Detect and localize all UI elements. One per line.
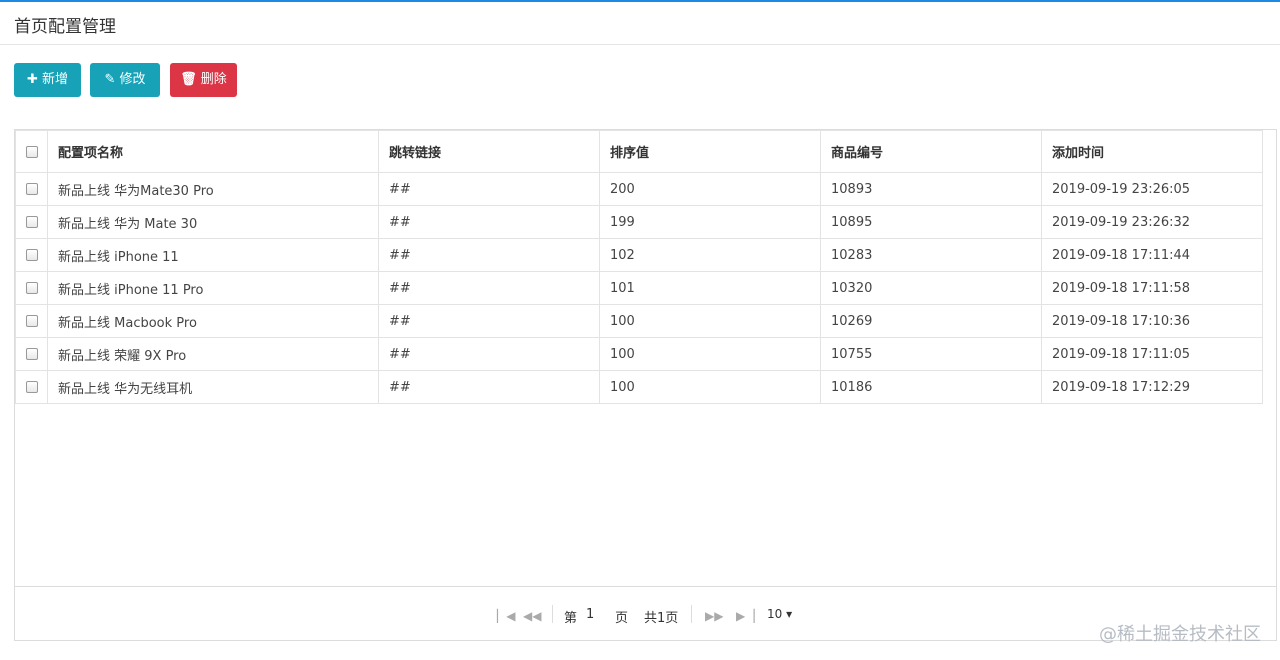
pager-divider xyxy=(691,605,692,623)
table-row[interactable]: 新品上线 华为 Mate 30 ## 199 10895 2019-09-19 … xyxy=(15,205,1263,239)
cell-name: 新品上线 iPhone 11 Pro xyxy=(47,271,379,305)
select-all-cell xyxy=(15,130,48,173)
delete-button-label: 删除 xyxy=(200,72,227,87)
add-button[interactable]: ✚ 新增 xyxy=(14,63,81,97)
cell-link: ## xyxy=(378,238,600,272)
table-row[interactable]: 新品上线 华为Mate30 Pro ## 200 10893 2019-09-1… xyxy=(15,172,1263,206)
prev-page-icon[interactable]: ◀◀ xyxy=(523,609,541,623)
cell-link: ## xyxy=(378,304,600,338)
row-checkbox[interactable] xyxy=(25,183,38,195)
cell-goods-id: 10320 xyxy=(820,271,1042,305)
cell-goods-id: 10269 xyxy=(820,304,1042,338)
cell-create-time: 2019-09-18 17:11:05 xyxy=(1041,337,1263,371)
pagination-bar: ▏◀ ◀◀ 第 页 共1页 ▶▶ ▶▕ 10 ▾ xyxy=(15,586,1276,641)
cell-sort: 101 xyxy=(599,271,821,305)
row-select-cell xyxy=(15,205,48,239)
table-header-row: 配置项名称 跳转链接 排序值 商品编号 添加时间 xyxy=(15,130,1263,173)
first-page-icon[interactable]: ▏◀ xyxy=(497,609,515,623)
watermark: @稀土掘金技术社区 xyxy=(1099,624,1261,645)
cell-goods-id: 10186 xyxy=(820,370,1042,404)
page-suffix-label: 页 xyxy=(615,611,629,626)
cell-create-time: 2019-09-18 17:11:58 xyxy=(1041,271,1263,305)
column-header-sort[interactable]: 排序值 xyxy=(599,130,821,173)
row-select-cell xyxy=(15,271,48,305)
column-header-create-time[interactable]: 添加时间 xyxy=(1041,130,1263,173)
table-row[interactable]: 新品上线 荣耀 9X Pro ## 100 10755 2019-09-18 1… xyxy=(15,337,1263,371)
page-size-select[interactable]: 10 ▾ xyxy=(767,607,792,621)
cell-link: ## xyxy=(378,370,600,404)
cell-name: 新品上线 华为无线耳机 xyxy=(47,370,379,404)
page-number-input[interactable] xyxy=(586,604,612,624)
cell-sort: 102 xyxy=(599,238,821,272)
cell-goods-id: 10895 xyxy=(820,205,1042,239)
cell-goods-id: 10893 xyxy=(820,172,1042,206)
cell-link: ## xyxy=(378,205,600,239)
table-row[interactable]: 新品上线 iPhone 11 ## 102 10283 2019-09-18 1… xyxy=(15,238,1263,272)
row-select-cell xyxy=(15,238,48,272)
row-select-cell xyxy=(15,337,48,371)
cell-name: 新品上线 荣耀 9X Pro xyxy=(47,337,379,371)
row-checkbox[interactable] xyxy=(25,381,38,393)
cell-create-time: 2019-09-18 17:12:29 xyxy=(1041,370,1263,404)
cell-name: 新品上线 华为Mate30 Pro xyxy=(47,172,379,206)
last-page-icon[interactable]: ▶▕ xyxy=(736,609,754,623)
next-page-icon[interactable]: ▶▶ xyxy=(705,609,723,623)
page-header: 首页配置管理 xyxy=(0,2,1280,45)
cell-name: 新品上线 Macbook Pro xyxy=(47,304,379,338)
cell-create-time: 2019-09-19 23:26:05 xyxy=(1041,172,1263,206)
cell-sort: 100 xyxy=(599,370,821,404)
cell-goods-id: 10755 xyxy=(820,337,1042,371)
page-title: 首页配置管理 xyxy=(14,17,116,37)
cell-link: ## xyxy=(378,271,600,305)
plus-icon: ✚ xyxy=(27,72,38,87)
row-checkbox[interactable] xyxy=(25,315,38,327)
cell-create-time: 2019-09-19 23:26:32 xyxy=(1041,205,1263,239)
cell-create-time: 2019-09-18 17:11:44 xyxy=(1041,238,1263,272)
add-button-label: 新增 xyxy=(41,72,68,87)
table-row[interactable]: 新品上线 华为无线耳机 ## 100 10186 2019-09-18 17:1… xyxy=(15,370,1263,404)
page-size-value: 10 xyxy=(767,607,783,621)
row-select-cell xyxy=(15,304,48,338)
cell-link: ## xyxy=(378,172,600,206)
column-header-name[interactable]: 配置项名称 xyxy=(47,130,379,173)
row-select-cell xyxy=(15,370,48,404)
row-checkbox[interactable] xyxy=(25,249,38,261)
cell-sort: 100 xyxy=(599,337,821,371)
row-checkbox[interactable] xyxy=(25,282,38,294)
cell-link: ## xyxy=(378,337,600,371)
column-header-goods-id[interactable]: 商品编号 xyxy=(820,130,1042,173)
cell-create-time: 2019-09-18 17:10:36 xyxy=(1041,304,1263,338)
select-all-checkbox[interactable] xyxy=(25,145,38,158)
row-checkbox[interactable] xyxy=(25,216,38,228)
table-row[interactable]: 新品上线 iPhone 11 Pro ## 101 10320 2019-09-… xyxy=(15,271,1263,305)
row-select-cell xyxy=(15,172,48,206)
cell-name: 新品上线 iPhone 11 xyxy=(47,238,379,272)
page-prefix-label: 第 xyxy=(564,611,578,626)
cell-goods-id: 10283 xyxy=(820,238,1042,272)
cell-name: 新品上线 华为 Mate 30 xyxy=(47,205,379,239)
total-pages-label: 共1页 xyxy=(644,611,679,626)
config-table: 配置项名称 跳转链接 排序值 商品编号 添加时间 新品上线 华为Mate30 P… xyxy=(15,130,1263,404)
edit-icon: ✎ xyxy=(104,72,116,87)
edit-button[interactable]: ✎ 修改 xyxy=(90,63,160,97)
pager-divider xyxy=(552,605,553,623)
cell-sort: 100 xyxy=(599,304,821,338)
data-grid: 配置项名称 跳转链接 排序值 商品编号 添加时间 新品上线 华为Mate30 P… xyxy=(14,129,1277,641)
cell-sort: 200 xyxy=(599,172,821,206)
cell-sort: 199 xyxy=(599,205,821,239)
chevron-down-icon: ▾ xyxy=(786,607,793,621)
edit-button-label: 修改 xyxy=(119,72,146,87)
delete-button[interactable]: 🗑 删除 xyxy=(170,63,237,97)
row-checkbox[interactable] xyxy=(25,348,38,360)
column-header-link[interactable]: 跳转链接 xyxy=(378,130,600,173)
trash-icon: 🗑 xyxy=(180,72,197,87)
table-row[interactable]: 新品上线 Macbook Pro ## 100 10269 2019-09-18… xyxy=(15,304,1263,338)
